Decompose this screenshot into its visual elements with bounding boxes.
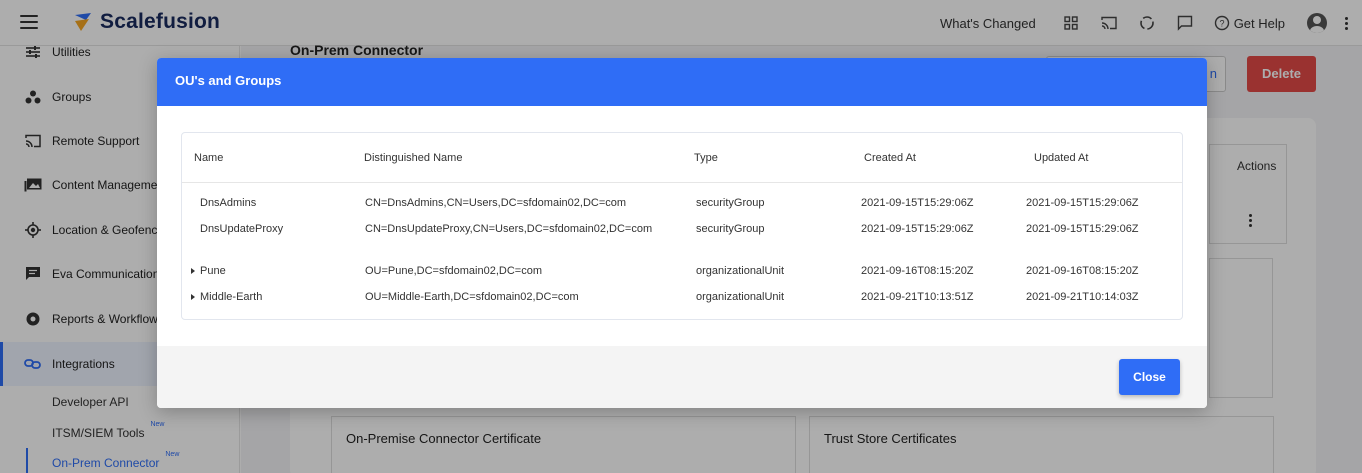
row-created-at: 2021-09-15T15:29:06Z [861, 197, 974, 209]
dialog-title: OU's and Groups [157, 58, 1207, 106]
row-updated-at: 2021-09-15T15:29:06Z [1026, 223, 1139, 235]
column-header-type: Type [694, 152, 718, 164]
row-type: organizationalUnit [696, 291, 785, 303]
ous-groups-dialog: OU's and Groups Name Distinguished Name … [157, 58, 1207, 408]
expand-caret-icon[interactable] [191, 294, 195, 300]
header-divider [182, 182, 1182, 183]
row-distinguished-name: CN=DnsAdmins,CN=Users,DC=sfdomain02,DC=c… [365, 197, 627, 209]
column-header-updated-at: Updated At [1034, 152, 1089, 164]
row-updated-at: 2021-09-21T10:14:03Z [1026, 291, 1139, 303]
row-updated-at: 2021-09-16T08:15:20Z [1026, 265, 1139, 277]
row-name: DnsUpdateProxy [200, 223, 284, 235]
row-type: organizationalUnit [696, 265, 785, 277]
close-button[interactable]: Close [1119, 359, 1180, 395]
column-header-name: Name [194, 152, 224, 164]
row-created-at: 2021-09-21T10:13:51Z [861, 291, 974, 303]
row-name: DnsAdmins [200, 197, 257, 209]
row-distinguished-name: OU=Middle-Earth,DC=sfdomain02,DC=com [365, 291, 579, 303]
row-type: securityGroup [696, 223, 765, 235]
row-distinguished-name: CN=DnsUpdateProxy,CN=Users,DC=sfdomain02… [365, 223, 653, 235]
row-distinguished-name: OU=Pune,DC=sfdomain02,DC=com [365, 265, 542, 277]
ous-groups-table: Name Distinguished Name Type Created At … [181, 132, 1183, 320]
column-header-distinguished-name: Distinguished Name [364, 152, 463, 164]
row-name[interactable]: Middle-Earth [200, 291, 262, 303]
row-updated-at: 2021-09-15T15:29:06Z [1026, 197, 1139, 209]
row-created-at: 2021-09-15T15:29:06Z [861, 223, 974, 235]
row-created-at: 2021-09-16T08:15:20Z [861, 265, 974, 277]
dialog-footer: Close [157, 346, 1207, 408]
column-header-created-at: Created At [864, 152, 916, 164]
dialog-body: Name Distinguished Name Type Created At … [157, 106, 1207, 346]
expand-caret-icon[interactable] [191, 268, 195, 274]
row-type: securityGroup [696, 197, 765, 209]
row-name[interactable]: Pune [200, 265, 226, 277]
